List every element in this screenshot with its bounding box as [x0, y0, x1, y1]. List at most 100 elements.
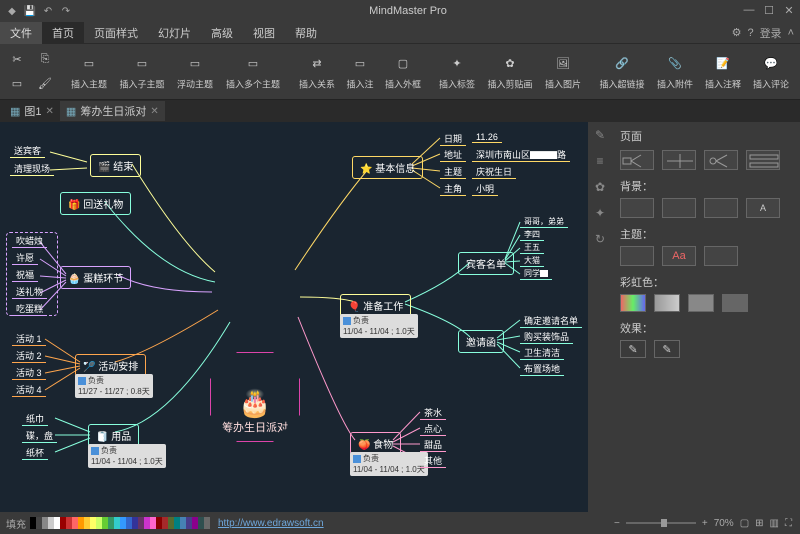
- menu-advanced[interactable]: 高级: [201, 22, 243, 44]
- insert-clipart-button[interactable]: ✿插入剪贴画: [482, 52, 538, 92]
- leaf-g2[interactable]: 李四: [520, 229, 544, 241]
- info-date[interactable]: 11.26: [472, 132, 502, 143]
- leaf-act-1[interactable]: 活动 1: [12, 332, 46, 346]
- layout-thumb-2[interactable]: [662, 150, 696, 170]
- node-info[interactable]: ⭐ 基本信息: [352, 156, 423, 179]
- info-addr[interactable]: 深圳市南山区▇▇▇路: [472, 148, 570, 162]
- theme-thumb-3[interactable]: [704, 246, 738, 266]
- leaf-cake-a[interactable]: 吹蜡烛: [12, 234, 47, 248]
- info-date-l[interactable]: 日期: [440, 132, 466, 146]
- bg-thumb-2[interactable]: [662, 198, 696, 218]
- leaf-act-2[interactable]: 活动 2: [12, 349, 46, 363]
- leaf-inv-d[interactable]: 布置场地: [520, 362, 564, 376]
- insert-subtopic-button[interactable]: ▭插入子主题: [114, 52, 170, 92]
- insert-image-button[interactable]: 🖼插入图片: [540, 52, 586, 92]
- format-tab-icon[interactable]: ✎: [592, 128, 608, 144]
- info-top[interactable]: 庆祝生日: [472, 165, 516, 179]
- leaf-cake-e[interactable]: 吃蛋糕: [12, 302, 47, 316]
- leaf-end-b[interactable]: 清理现场: [10, 162, 54, 176]
- icons-tab-icon[interactable]: ✿: [592, 180, 608, 196]
- view-mode-1-icon[interactable]: ▢: [740, 518, 749, 529]
- view-mode-3-icon[interactable]: ▥: [770, 518, 779, 529]
- float-topic-button[interactable]: ▭浮动主题: [172, 52, 218, 92]
- insert-hyperlink-button[interactable]: 🔗插入超链接: [594, 52, 650, 92]
- theme-thumb-1[interactable]: [620, 246, 654, 266]
- menu-home[interactable]: 首页: [42, 22, 84, 44]
- layout-thumb-3[interactable]: [704, 150, 738, 170]
- central-topic[interactable]: 🎂 筹办生日派对: [210, 352, 300, 442]
- color-strip[interactable]: [30, 517, 210, 529]
- menu-slideshow[interactable]: 幻灯片: [148, 22, 201, 44]
- leaf-act-4[interactable]: 活动 4: [12, 383, 46, 397]
- bg-thumb-3[interactable]: [704, 198, 738, 218]
- node-cake[interactable]: 🧁 蛋糕环节: [60, 266, 131, 289]
- leaf-inv-c[interactable]: 卫生清洁: [520, 346, 564, 360]
- info-addr-l[interactable]: 地址: [440, 148, 466, 162]
- info-own-l[interactable]: 主角: [440, 182, 466, 196]
- view-mode-2-icon[interactable]: ⊞: [755, 518, 763, 529]
- zoom-slider[interactable]: [626, 522, 696, 524]
- help-icon[interactable]: ?: [747, 27, 753, 39]
- insert-tag-button[interactable]: ✦插入标签: [434, 52, 480, 92]
- leaf-f1[interactable]: 茶水: [420, 406, 446, 420]
- close-tab-icon[interactable]: ✕: [150, 106, 158, 117]
- history-tab-icon[interactable]: ↻: [592, 232, 608, 248]
- qat-redo-icon[interactable]: ↷: [58, 3, 74, 19]
- leaf-sup-b[interactable]: 碟，盘: [22, 429, 57, 443]
- leaf-cake-b[interactable]: 许愿: [12, 251, 38, 265]
- rainbow-sw-4[interactable]: [722, 294, 748, 312]
- canvas[interactable]: 🎂 筹办生日派对 🎬 结束 送宾客 清理现场 🎁 回送礼物 🧁 蛋糕环节 吹蜡烛…: [0, 122, 588, 512]
- info-own[interactable]: 小明: [472, 182, 498, 196]
- close-button[interactable]: ✕: [782, 4, 796, 18]
- insert-attach-button[interactable]: 📎插入附件: [652, 52, 698, 92]
- leaf-act-3[interactable]: 活动 3: [12, 366, 46, 380]
- leaf-f2[interactable]: 点心: [420, 422, 446, 436]
- insert-frame-button[interactable]: ▢插入外框: [380, 52, 426, 92]
- qat-undo-icon[interactable]: ↶: [40, 3, 56, 19]
- settings-icon[interactable]: ⚙: [732, 26, 742, 39]
- leaf-sup-c[interactable]: 纸杯: [22, 446, 48, 460]
- menu-page-style[interactable]: 页面样式: [84, 22, 148, 44]
- effect-sw-2[interactable]: ✎: [654, 340, 680, 358]
- fullscreen-icon[interactable]: ⛶: [785, 518, 792, 529]
- leaf-cake-d[interactable]: 送礼物: [12, 285, 47, 299]
- effect-sw-1[interactable]: ✎: [620, 340, 646, 358]
- rainbow-sw-1[interactable]: [620, 294, 646, 312]
- insert-relation-button[interactable]: ⇄插入关系: [294, 52, 340, 92]
- copy-icon[interactable]: ⎘: [34, 49, 56, 71]
- node-guest[interactable]: 宾客名单: [458, 252, 514, 275]
- leaf-f4[interactable]: 其他: [420, 454, 446, 468]
- collapse-ribbon-icon[interactable]: ˄: [788, 27, 794, 39]
- menu-view[interactable]: 视图: [243, 22, 285, 44]
- leaf-sup-a[interactable]: 纸巾: [22, 412, 48, 426]
- zoom-out-icon[interactable]: −: [614, 518, 620, 529]
- rainbow-sw-3[interactable]: [688, 294, 714, 312]
- outline-tab-icon[interactable]: ≡: [592, 154, 608, 170]
- insert-note-button[interactable]: 📝插入注释: [700, 52, 746, 92]
- node-end[interactable]: 🎬 结束: [90, 154, 141, 177]
- insert-callout-button[interactable]: ▭插入注: [342, 52, 378, 92]
- leaf-end-a[interactable]: 送宾客: [10, 144, 45, 158]
- leaf-g1[interactable]: 哥哥，弟弟: [520, 216, 568, 228]
- leaf-g3[interactable]: 王五: [520, 242, 544, 254]
- paste-icon[interactable]: ▭: [6, 73, 28, 95]
- cut-icon[interactable]: ✂: [6, 49, 28, 71]
- login-button[interactable]: 登录: [760, 25, 782, 41]
- bg-thumb-1[interactable]: [620, 198, 654, 218]
- file-menu[interactable]: 文件: [0, 22, 42, 44]
- layout-thumb-1[interactable]: [620, 150, 654, 170]
- maximize-button[interactable]: ☐: [762, 4, 776, 18]
- node-gift[interactable]: 🎁 回送礼物: [60, 192, 131, 215]
- leaf-g5[interactable]: 同学▇: [520, 268, 552, 280]
- leaf-inv-b[interactable]: 购买装饰品: [520, 330, 573, 344]
- leaf-cake-c[interactable]: 祝福: [12, 268, 38, 282]
- leaf-inv-a[interactable]: 确定邀请名单: [520, 314, 582, 328]
- layout-thumb-4[interactable]: [746, 150, 780, 170]
- info-top-l[interactable]: 主题: [440, 165, 466, 179]
- zoom-in-icon[interactable]: +: [702, 518, 708, 529]
- doc-tab-2[interactable]: ▦筹办生日派对✕: [60, 101, 165, 121]
- node-inv[interactable]: 邀请函: [458, 330, 504, 353]
- insert-marker-button[interactable]: 🏷插入标签: [796, 52, 800, 92]
- qat-save-icon[interactable]: 💾: [22, 3, 38, 19]
- insert-topic-button[interactable]: ▭插入主题: [66, 52, 112, 92]
